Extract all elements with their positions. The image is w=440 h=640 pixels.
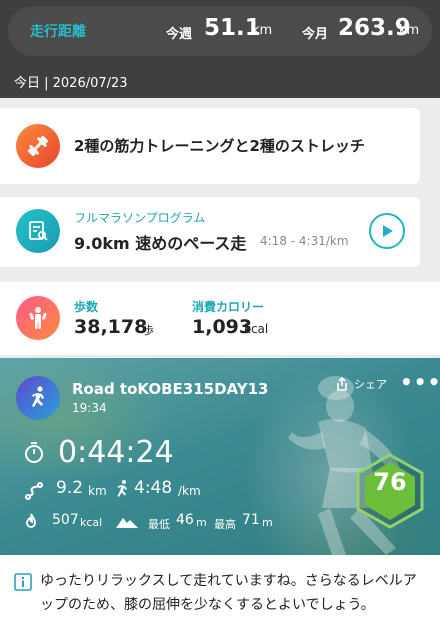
steps-label: 歩数 — [74, 300, 99, 314]
activity-time: 19:34 — [72, 401, 107, 415]
training-card[interactable]: 2種の筋力トレーニングと2種のストレッチ — [0, 108, 420, 184]
activity-kcal-unit: kcal — [80, 516, 103, 529]
activity-distance-unit: km — [88, 484, 107, 498]
elevation-low-label: 最低 — [148, 518, 170, 531]
elevation-low: 46 — [176, 512, 194, 528]
program-title: 9.0km 速めのペース走 — [74, 234, 247, 253]
elevation-high-label: 最高 — [214, 518, 236, 531]
body-icon — [16, 296, 60, 340]
activity-kcal: 507 — [52, 512, 79, 528]
program-label: フルマラソンプログラム — [74, 211, 206, 225]
mountain-icon — [116, 518, 138, 528]
advice-text: ゆったりリラックスして走れていますね。さらなるレベルアップのため、膝の屈伸を少な… — [40, 573, 417, 613]
share-label: シェア — [354, 378, 387, 391]
today-date: 今日 | 2026/07/23 — [14, 76, 128, 91]
distance-title: 走行距離 — [30, 24, 86, 40]
month-label: 今月 — [302, 27, 329, 42]
elevation-low-unit: m — [196, 516, 207, 529]
steps-unit: 歩 — [143, 324, 154, 337]
month-unit: km — [399, 23, 420, 38]
training-text: 2種の筋力トレーニングと2種のストレッチ — [74, 137, 365, 155]
calories-unit: kcal — [244, 322, 269, 336]
runner-icon — [16, 376, 60, 420]
share-button[interactable]: シェア — [334, 376, 387, 392]
elevation-high: 71 — [242, 512, 260, 528]
info-icon — [14, 573, 32, 591]
share-icon — [337, 376, 347, 391]
advice-panel: ゆったりリラックスして走れていますね。さらなるレベルアップのため、膝の屈伸を少な… — [0, 555, 440, 640]
steps-value: 38,178 — [74, 316, 148, 338]
route-icon — [25, 482, 43, 500]
activity-card[interactable]: Road toKOBE315DAY13 19:34 シェア ••• 0:44:2… — [0, 358, 440, 555]
stopwatch-icon — [25, 442, 43, 463]
play-button[interactable] — [369, 213, 405, 249]
distance-summary-bar[interactable]: 走行距離 今週 51.1 km 今月 263.9 km — [8, 6, 432, 56]
week-label: 今週 — [166, 27, 193, 42]
plan-checklist-icon — [16, 209, 60, 253]
play-icon — [383, 225, 393, 237]
week-unit: km — [252, 23, 273, 38]
activity-pace-unit: /km — [178, 484, 201, 498]
header: 走行距離 今週 51.1 km 今月 263.9 km 今日 | 2026/07… — [0, 0, 440, 98]
activity-distance: 9.2 — [56, 478, 84, 498]
activity-title: Road toKOBE315DAY13 — [72, 380, 269, 398]
program-pace: 4:18 - 4:31/km — [260, 234, 349, 248]
more-options-button[interactable]: ••• — [400, 370, 440, 394]
dumbbell-icon — [16, 124, 60, 168]
calories-label: 消費カロリー — [192, 300, 265, 314]
elevation-high-unit: m — [262, 516, 273, 529]
program-card[interactable]: フルマラソンプログラム 9.0km 速めのペース走 4:18 - 4:31/km — [0, 197, 420, 267]
pace-runner-icon — [117, 480, 127, 497]
activity-duration: 0:44:24 — [58, 435, 174, 470]
score-value: 76 — [373, 468, 407, 496]
daily-stats-card[interactable]: 歩数 38,178 歩 消費カロリー 1,093 kcal — [0, 282, 440, 355]
activity-pace: 4:48 — [134, 478, 173, 498]
flame-icon — [26, 513, 36, 528]
